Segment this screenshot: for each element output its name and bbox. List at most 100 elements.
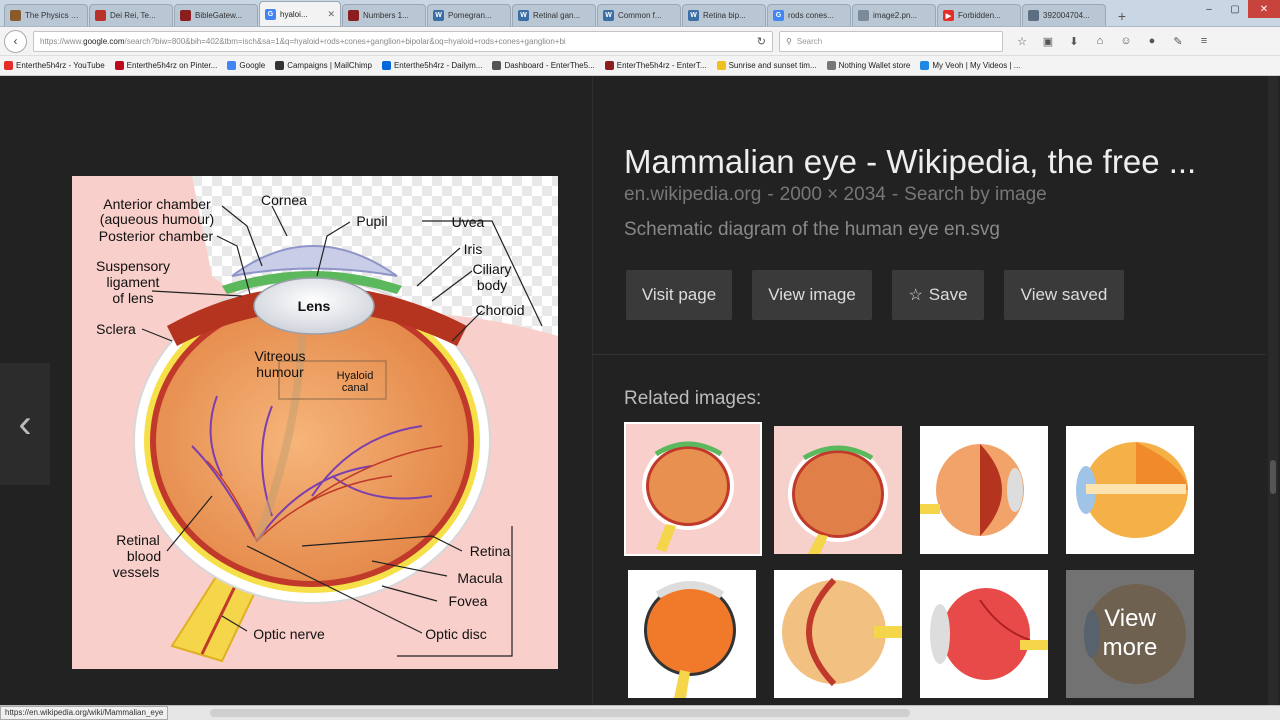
menu-icon[interactable]: ≡ (1191, 30, 1217, 52)
label-ciliary-line2: body (477, 277, 507, 293)
label-optic-disc: Optic disc (425, 626, 486, 642)
image-title[interactable]: Mammalian eye - Wikipedia, the free ... (624, 143, 1254, 181)
label-choroid: Choroid (475, 302, 524, 318)
related-image-thumbnail[interactable] (920, 426, 1048, 554)
tab[interactable]: Grods cones... (767, 4, 851, 26)
home-icon[interactable]: ☺ (1113, 30, 1139, 52)
tab-favicon-icon: ▶ (943, 10, 954, 21)
tab-favicon-icon: G (773, 10, 784, 21)
image-domain[interactable]: en.wikipedia.org (624, 184, 761, 205)
bookmark-favicon-icon (826, 61, 836, 70)
back-button[interactable]: ‹ (4, 29, 27, 53)
image-dimensions: 2000 × 2034 (779, 184, 886, 205)
related-image-thumbnail[interactable] (774, 426, 902, 554)
related-image-thumbnail[interactable] (624, 422, 762, 556)
eye-thumbnail-icon (774, 426, 902, 554)
related-image-thumbnail[interactable] (628, 570, 756, 698)
minimize-button[interactable]: – (1196, 0, 1222, 18)
bookmark-favicon-icon (604, 61, 614, 70)
tab-favicon-icon (1028, 10, 1039, 21)
tab-close-icon[interactable]: ✕ (327, 9, 335, 20)
bookmark-item[interactable]: Enterthe5h4rz - Dailym... (381, 61, 482, 70)
save-button[interactable]: ☆ Save (892, 270, 984, 320)
reload-icon[interactable]: ↻ (757, 35, 766, 48)
eye-thumbnail-icon (1066, 426, 1194, 554)
extension-icon[interactable]: ✎ (1165, 30, 1191, 52)
tab[interactable]: 392004704... (1022, 4, 1106, 26)
navigation-bar: ‹ https://www. google.com/search?biw=800&… (0, 27, 1280, 56)
tab[interactable]: image2.pn... (852, 4, 936, 26)
bookmark-item[interactable]: Google (227, 61, 265, 70)
tab[interactable]: Dei Rei, Te... (89, 4, 173, 26)
view-more-line1: View (1104, 605, 1156, 633)
tab[interactable]: W Common f... (597, 4, 681, 26)
tab[interactable]: The Physics of... (4, 4, 88, 26)
tabs-container: The Physics of... Dei Rei, Te... BibleGate… (4, 1, 1107, 26)
bookmark-favicon-icon (4, 61, 13, 70)
search-icon: ⚲ (786, 36, 792, 46)
address-bar[interactable]: https://www. google.com/search?biw=800&bi… (33, 30, 773, 52)
label-suspensory-line1: Suspensory (96, 258, 170, 274)
label-ciliary-line1: Ciliary (473, 261, 512, 277)
bookmark-favicon-icon (716, 61, 726, 70)
close-window-button[interactable]: ✕ (1248, 0, 1280, 18)
account-icon[interactable]: ● (1139, 30, 1165, 52)
bookmark-item[interactable]: Dashboard - EnterThe5... (492, 61, 595, 70)
view-image-button[interactable]: View image (752, 270, 872, 320)
bookmark-label: Sunrise and sunset tim... (728, 61, 817, 70)
bookmark-item[interactable]: My Veoh | My Videos | ... (920, 61, 1020, 70)
horizontal-scrollbar[interactable] (210, 709, 910, 717)
bookmark-item[interactable]: EnterThe5h4rz - EnterT... (604, 61, 707, 70)
tab[interactable]: W Pomegran... (427, 4, 511, 26)
view-more-overlay: View more (1066, 570, 1194, 698)
tab-favicon-icon: W (603, 10, 614, 21)
related-image-thumbnail[interactable] (920, 570, 1048, 698)
view-more-button[interactable]: View more (1066, 570, 1194, 698)
label-pupil: Pupil (356, 213, 387, 229)
new-tab-button[interactable]: + (1111, 6, 1133, 26)
eye-thumbnail-icon (920, 570, 1048, 698)
bookmark-item[interactable]: Enterthe5h4rz - YouTube (4, 61, 105, 70)
tab[interactable]: W Retina bip... (682, 4, 766, 26)
bookmark-favicon-icon (381, 61, 391, 70)
bookmark-favicon-icon (275, 61, 285, 70)
previous-image-button[interactable]: ‹ (0, 363, 50, 485)
label-anterior-chamber-line1: Anterior chamber (103, 196, 211, 212)
pocket-icon[interactable]: ⬇ (1061, 30, 1087, 52)
action-label: Save (928, 285, 968, 304)
tab-favicon-icon (95, 10, 106, 21)
scrollbar-thumb[interactable] (1270, 460, 1276, 494)
tab[interactable]: BibleGatew... (174, 4, 258, 26)
related-image-thumbnail[interactable] (1066, 426, 1194, 554)
bookmark-star-icon[interactable]: ☆ (1009, 30, 1035, 52)
tab-favicon-icon (10, 10, 21, 21)
visit-page-button[interactable]: Visit page (626, 270, 732, 320)
tab-label: 392004704... (1043, 11, 1090, 20)
tab-label: Forbidden... (958, 11, 1001, 20)
bookmarks-bar: Enterthe5h4rz - YouTube Enterthe5h4rz on … (0, 56, 1280, 76)
restore-button[interactable]: ▢ (1222, 0, 1248, 18)
related-image-thumbnail[interactable] (774, 570, 902, 698)
view-saved-button[interactable]: View saved (1004, 270, 1124, 320)
bookmark-item[interactable]: Campaigns | MailChimp (275, 61, 372, 70)
tab[interactable]: W Retinal gan... (512, 4, 596, 26)
tab[interactable]: Ghyaloi... ✕ (259, 1, 341, 26)
tab[interactable]: ▶ Forbidden... (937, 4, 1021, 26)
download-icon[interactable]: ⌂ (1087, 30, 1113, 52)
tab[interactable]: Numbers 1... (342, 4, 426, 26)
tab-favicon-icon: W (518, 10, 529, 21)
search-by-image-link[interactable]: Search by image (904, 184, 1047, 205)
eye-diagram-svg: Anterior chamber (aqueous humour) Poster… (72, 176, 558, 669)
status-link-url: https://en.wikipedia.org/wiki/Mammalian_… (0, 706, 169, 720)
related-images-label: Related images: (624, 388, 762, 409)
bookmark-item[interactable]: Sunrise and sunset tim... (716, 61, 817, 70)
label-posterior-chamber: Posterior chamber (99, 228, 214, 244)
meta-separator: - (767, 184, 774, 205)
bookmark-item[interactable]: Enterthe5h4rz on Pinter... (114, 61, 217, 70)
tab-label: Retinal gan... (533, 11, 581, 20)
vertical-scrollbar[interactable] (1268, 76, 1278, 705)
search-input[interactable]: ⚲ Search (779, 30, 1003, 52)
bookmark-item[interactable]: Nothing Wallet store (826, 61, 910, 70)
main-image-eye-diagram[interactable]: Anterior chamber (aqueous humour) Poster… (72, 176, 558, 669)
reading-list-icon[interactable]: ▣ (1035, 30, 1061, 52)
